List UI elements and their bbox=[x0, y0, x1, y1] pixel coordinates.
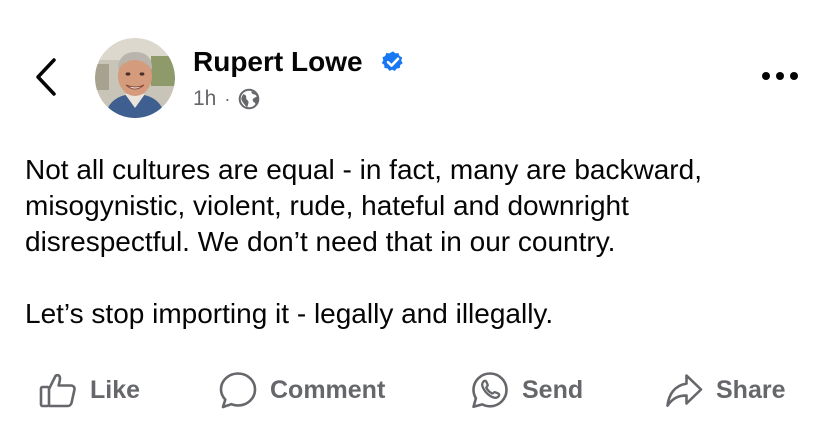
comment-button[interactable]: Comment bbox=[218, 362, 385, 418]
post-meta: 1h · bbox=[193, 85, 260, 113]
chevron-left-icon bbox=[36, 58, 56, 96]
avatar[interactable] bbox=[95, 38, 175, 118]
back-button[interactable] bbox=[30, 56, 62, 98]
like-button[interactable]: Like bbox=[38, 362, 140, 418]
comment-icon bbox=[218, 370, 258, 410]
whatsapp-icon bbox=[470, 370, 510, 410]
avatar-image bbox=[95, 38, 175, 118]
more-options-button[interactable] bbox=[758, 62, 802, 90]
share-arrow-icon bbox=[664, 370, 704, 410]
share-label: Share bbox=[716, 375, 786, 404]
post-timestamp[interactable]: 1h bbox=[193, 87, 216, 111]
send-label: Send bbox=[522, 375, 584, 404]
comment-label: Comment bbox=[270, 375, 386, 404]
post-paragraph: Let’s stop importing it - legally and il… bbox=[25, 298, 554, 329]
globe-icon bbox=[239, 88, 260, 110]
post-actions-bar: Like Comment Send Share bbox=[0, 362, 828, 418]
post-text: Not all cultures are equal - in fact, ma… bbox=[25, 152, 815, 332]
more-horizontal-icon bbox=[762, 72, 798, 80]
thumbs-up-icon bbox=[38, 370, 78, 410]
meta-separator: · bbox=[224, 88, 231, 109]
verified-badge-icon bbox=[381, 51, 403, 72]
post-view: Rupert Lowe 1h · Not all cultures are eq… bbox=[0, 0, 828, 433]
like-label: Like bbox=[90, 375, 141, 404]
share-button[interactable]: Share bbox=[664, 362, 785, 418]
send-button[interactable]: Send bbox=[470, 362, 583, 418]
author-name[interactable]: Rupert Lowe bbox=[193, 44, 363, 80]
post-paragraph: Not all cultures are equal - in fact, ma… bbox=[25, 154, 702, 257]
